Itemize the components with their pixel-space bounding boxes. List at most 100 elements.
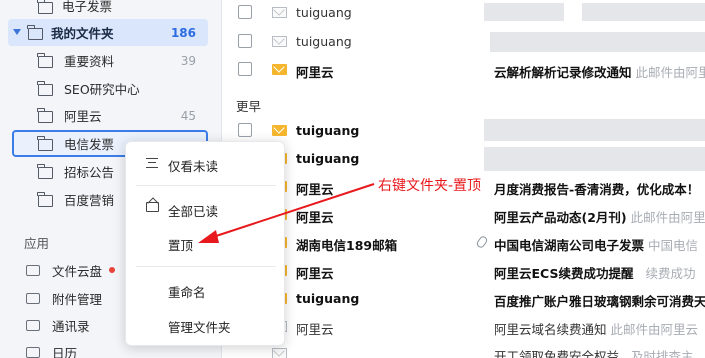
menu-item-label: 管理文件夹	[168, 320, 231, 335]
sidebar-item-label: 附件管理	[52, 292, 103, 307]
menu-item-mark-all-read[interactable]: 全部已读	[126, 196, 286, 222]
read-envelope-icon	[272, 36, 287, 47]
subject-text: 云解析解析记录修改通知	[494, 65, 632, 80]
sidebar-item-label: 通讯录	[52, 319, 90, 334]
mail-row[interactable]: tuiguang	[222, 0, 705, 27]
folder-count: 39	[180, 53, 196, 68]
menu-item-rename[interactable]: 重命名	[126, 277, 286, 303]
sidebar-item-seo[interactable]: SEO研究中心	[0, 75, 222, 102]
mail-sender: 阿里云	[296, 65, 334, 80]
mail-subject: 阿里云产品动态(2月刊) 此邮件由阿里	[494, 207, 705, 226]
mail-row[interactable]: 阿里云 阿里云产品动态(2月刊) 此邮件由阿里	[222, 201, 705, 229]
sidebar-item-label: 阿里云	[64, 109, 102, 124]
mail-row[interactable]: 阿里云 云解析解析记录修改通知 此邮件由阿里	[222, 56, 705, 84]
mail-row[interactable]: 阿里云 阿里云域名续费通知 此邮件由阿里云	[222, 313, 705, 341]
menu-item-label: 置顶	[168, 238, 194, 253]
folder-context-menu: 仅看未读 全部已读 置顶 重命名 管理文件夹	[125, 141, 285, 346]
subject-text: 中国电信湖南公司电子发票	[494, 238, 645, 253]
calendar-icon	[26, 347, 40, 358]
menu-item-unread-only[interactable]: 仅看未读	[126, 151, 286, 177]
mail-sender: tuiguang	[296, 5, 352, 20]
mail-row[interactable]: tuiguang	[222, 117, 705, 145]
mail-row[interactable]: tuiguang	[222, 145, 705, 173]
folder-icon	[37, 53, 53, 68]
row-checkbox[interactable]	[238, 34, 252, 48]
sidebar-item-label: 重要资料	[64, 54, 115, 69]
folder-icon	[37, 108, 53, 123]
mail-sender: 湖南电信189邮箱	[296, 238, 398, 253]
contacts-icon	[26, 320, 40, 331]
menu-item-label: 重命名	[168, 285, 206, 300]
open-mail-icon	[146, 202, 159, 212]
mail-row[interactable]: 阿里云 阿里云ECS续费成功提醒 续费成功	[222, 257, 705, 285]
subject-text: 阿里云产品动态(2月刊)	[494, 210, 627, 225]
menu-item-manage-folders[interactable]: 管理文件夹	[126, 312, 286, 338]
sidebar-item-my-folders[interactable]: 我的文件夹 186	[8, 19, 208, 46]
redacted-subject	[484, 147, 705, 171]
subject-text: 开工领取免费安全权益	[494, 349, 620, 358]
mail-subject: 阿里云域名续费通知 此邮件由阿里云	[494, 319, 698, 338]
mail-sender: 阿里云	[296, 210, 334, 225]
filter-lines-icon	[146, 158, 158, 168]
attachment-icon	[475, 234, 489, 250]
mail-sender: 阿里云	[296, 182, 334, 197]
menu-item-pin-to-top[interactable]: 置顶	[126, 230, 286, 256]
mail-preview: 及时排查主	[631, 349, 694, 358]
mail-preview: 此邮件由阿里	[635, 65, 705, 80]
sidebar-item-label: SEO研究中心	[64, 82, 140, 97]
mail-subject: 月度消费报告-香清消费，优化成本！	[494, 182, 700, 197]
mail-subject: 云解析解析记录修改通知 此邮件由阿里	[494, 62, 705, 81]
mail-sender: tuiguang	[296, 123, 360, 138]
folder-icon	[27, 25, 43, 40]
mail-sender: 阿里云	[296, 322, 334, 337]
attachment-manage-icon	[26, 293, 40, 304]
chevron-down-icon[interactable]	[13, 29, 21, 35]
mail-sender: tuiguang	[296, 291, 360, 306]
menu-divider	[136, 185, 276, 186]
sidebar-item-label: 文件云盘	[52, 264, 103, 279]
apps-section-title: 应用	[24, 236, 50, 251]
mail-subject: 百度推广账户雅日玻璃钢剩余可消费天	[494, 294, 705, 309]
redacted-subject	[484, 3, 564, 21]
folder-icon	[37, 136, 53, 151]
sidebar-item-aliyun[interactable]: 阿里云 45	[0, 102, 222, 129]
menu-divider	[136, 266, 276, 267]
row-checkbox[interactable]	[238, 5, 252, 19]
sidebar-item-label: 日历	[52, 346, 78, 358]
read-envelope-icon	[272, 348, 287, 358]
redacted-subject	[484, 119, 705, 141]
annotation-label: 右键文件夹-置顶	[376, 175, 484, 195]
sidebar-item-label: 我的文件夹	[51, 26, 114, 41]
mail-preview: 此邮件由阿里	[630, 210, 705, 225]
folder-icon	[37, 164, 53, 179]
redacted-subject	[490, 32, 705, 52]
row-checkbox[interactable]	[238, 123, 252, 137]
menu-item-label: 全部已读	[168, 204, 219, 219]
sidebar-item-e-invoice[interactable]: 电子发票	[0, 0, 222, 19]
folder-count: 45	[180, 108, 196, 123]
row-checkbox[interactable]	[238, 62, 252, 76]
redacted-preview	[582, 3, 705, 21]
mail-row[interactable]: 开工领取免费安全权益 及时排查主	[222, 340, 705, 358]
mail-subject: 中国电信湖南公司电子发票 中国电信	[494, 235, 698, 254]
sidebar-item-label: 电子发票	[62, 0, 113, 14]
menu-item-label: 仅看未读	[168, 159, 219, 174]
sidebar-item-label: 招标公告	[64, 165, 115, 180]
subject-text: 阿里云ECS续费成功提醒	[494, 266, 634, 281]
sidebar-item-label: 百度营销	[64, 193, 115, 208]
mail-sender: 阿里云	[296, 266, 334, 281]
unread-envelope-icon	[272, 125, 287, 136]
folder-count-badge: 186	[170, 25, 196, 40]
mail-row[interactable]: 湖南电信189邮箱 中国电信湖南公司电子发票 中国电信	[222, 229, 705, 257]
folder-icon	[37, 81, 53, 96]
sidebar-item-important[interactable]: 重要资料 39	[0, 47, 222, 74]
mail-subject: 开工领取免费安全权益 及时排查主	[494, 346, 694, 358]
mail-row[interactable]: tuiguang	[222, 28, 705, 56]
cloud-drive-icon	[26, 265, 40, 276]
mail-preview: 续费成功	[645, 266, 696, 281]
sidebar-item-label: 电信发票	[64, 137, 115, 152]
mail-row[interactable]: tuiguang 百度推广账户雅日玻璃钢剩余可消费天	[222, 285, 705, 313]
mail-sender: tuiguang	[296, 34, 352, 49]
mail-preview: 此邮件由阿里云	[610, 322, 699, 337]
folder-icon	[37, 192, 53, 207]
